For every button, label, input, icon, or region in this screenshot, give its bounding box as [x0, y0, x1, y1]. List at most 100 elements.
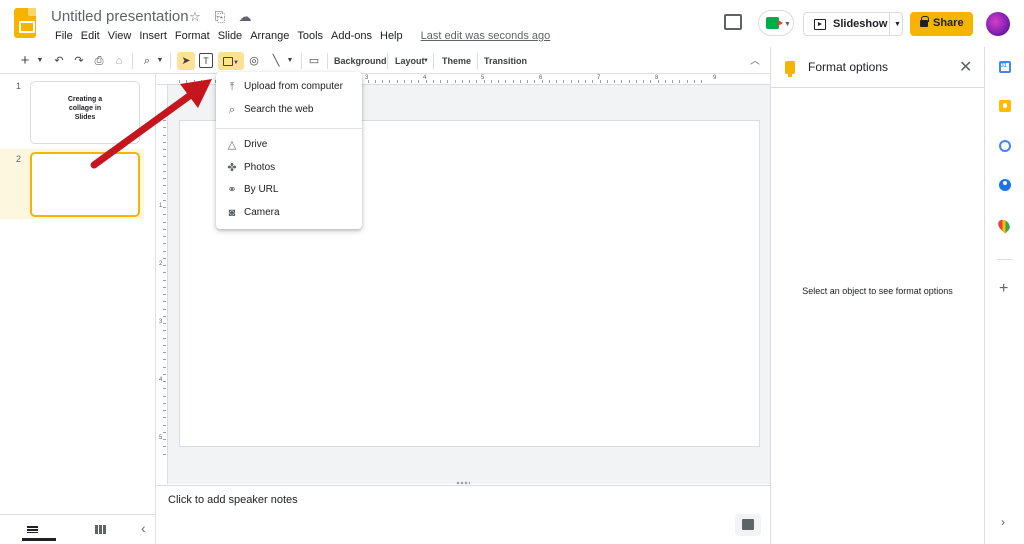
ruler-tick	[403, 80, 405, 83]
last-edit-link[interactable]: Last edit was seconds ago	[417, 29, 555, 43]
menu-tools[interactable]: Tools	[293, 29, 327, 43]
ruler-tick	[163, 141, 166, 143]
ruler-tick	[374, 80, 376, 83]
cloud-saved-icon[interactable]: ☁	[237, 9, 253, 25]
add-ons-plus-icon[interactable]: +	[999, 280, 1008, 298]
upload-from-computer-item[interactable]: ⤒ Upload from computer	[216, 77, 362, 99]
ruler-tick	[163, 395, 166, 397]
insert-image-button[interactable]: ▼	[218, 52, 244, 70]
search-the-web-item[interactable]: ⌕ Search the web	[216, 100, 362, 122]
add-comment-icon[interactable]: ▭	[307, 52, 321, 70]
speaker-notes[interactable]: Click to add speaker notes	[157, 485, 770, 544]
image-icon	[223, 56, 234, 66]
contacts-icon[interactable]	[999, 179, 1011, 191]
ruler-tick	[701, 80, 702, 83]
ruler-tick	[163, 366, 166, 368]
theme-button[interactable]: Theme	[442, 52, 471, 70]
undo-icon[interactable]: ↶	[52, 52, 66, 70]
avatar[interactable]	[986, 12, 1010, 36]
present-icon	[814, 19, 826, 30]
ruler-tick	[382, 80, 383, 83]
photos-item[interactable]: ✤ Photos	[216, 158, 362, 180]
maps-icon[interactable]	[995, 217, 1013, 234]
move-folder-icon[interactable]: ⎘	[212, 9, 228, 25]
star-icon[interactable]: ☆	[187, 9, 203, 25]
shape-icon[interactable]: ◎	[247, 52, 261, 70]
ruler-tick	[163, 170, 166, 172]
layout-button[interactable]: Layout	[395, 52, 425, 70]
line-dropdown-icon[interactable]: ▼	[286, 52, 294, 70]
ruler-tick	[163, 214, 166, 216]
slideshow-button[interactable]: Slideshow ▼	[803, 12, 903, 36]
ruler-tick	[163, 344, 166, 346]
ruler-tick	[570, 80, 572, 83]
ruler-tick	[163, 417, 166, 419]
drive-icon: △	[227, 139, 237, 151]
zoom-dropdown-icon[interactable]: ▼	[156, 52, 164, 70]
menu-edit[interactable]: Edit	[77, 29, 104, 43]
explore-icon[interactable]	[735, 514, 761, 536]
ruler-tick	[163, 120, 166, 121]
menu-divider	[216, 128, 362, 129]
menu-help[interactable]: Help	[376, 29, 407, 43]
line-icon[interactable]: ╲	[269, 52, 283, 70]
redo-icon[interactable]: ↷	[72, 52, 86, 70]
select-cursor-icon[interactable]: ➤	[177, 52, 195, 70]
ruler-tick	[621, 80, 623, 83]
menu-view[interactable]: View	[104, 29, 136, 43]
menu-bar: File Edit View Insert Format Slide Arran…	[51, 29, 554, 43]
menu-insert[interactable]: Insert	[135, 29, 171, 43]
expand-side-panel-icon[interactable]: ›	[1001, 515, 1005, 529]
ruler-tick	[163, 315, 166, 317]
ruler-tick	[163, 439, 166, 440]
new-slide-dropdown-icon[interactable]: ▼	[36, 52, 44, 70]
slideshow-dropdown-icon[interactable]: ▼	[894, 21, 901, 28]
meet-button[interactable]: ▼	[758, 10, 794, 36]
layout-dropdown-icon[interactable]: ▼	[422, 52, 430, 70]
ruler-tick	[163, 359, 166, 361]
comment-history-icon[interactable]	[724, 14, 742, 30]
print-icon[interactable]: ⎙	[92, 52, 106, 70]
tasks-icon[interactable]	[999, 140, 1011, 152]
menu-arrange[interactable]: Arrange	[246, 29, 293, 43]
ruler-tick	[163, 163, 166, 165]
text-box-icon[interactable]: T	[199, 53, 213, 68]
transition-button[interactable]: Transition	[484, 52, 527, 70]
collapse-toolbar-icon[interactable]: ︿	[750, 52, 760, 67]
calendar-icon[interactable]	[999, 61, 1011, 73]
filmstrip: 1 Creating a collage in Slides 2 ‹	[0, 74, 156, 544]
grid-view-icon[interactable]	[95, 525, 106, 534]
ruler-tick	[454, 80, 456, 83]
meet-icon	[766, 17, 783, 29]
menu-file[interactable]: File	[51, 29, 77, 43]
slides-logo-icon[interactable]	[14, 8, 36, 38]
close-icon[interactable]: ✕	[959, 57, 972, 77]
share-button[interactable]: Share	[910, 12, 973, 36]
paint-format-icon[interactable]: ⌂	[112, 52, 126, 70]
menu-addons[interactable]: Add-ons	[327, 29, 376, 43]
menu-slide[interactable]: Slide	[214, 29, 246, 43]
chevron-down-icon: ▼	[784, 21, 791, 28]
document-title[interactable]: Untitled presentation	[51, 8, 189, 25]
ruler-tick	[163, 279, 166, 281]
ruler-tick	[614, 80, 615, 83]
speaker-notes-placeholder[interactable]: Click to add speaker notes	[168, 494, 298, 506]
ruler-tick	[163, 257, 166, 259]
side-panel: + ›	[984, 47, 1024, 544]
camera-item[interactable]: ◙ Camera	[216, 203, 362, 225]
zoom-icon[interactable]: ⌕	[140, 52, 154, 70]
vertical-ruler[interactable]: 1 2 3 4 5	[157, 85, 168, 484]
collapse-filmstrip-icon[interactable]: ‹	[141, 520, 146, 536]
background-button[interactable]: Background	[334, 52, 387, 70]
drive-item[interactable]: △ Drive	[216, 135, 362, 157]
keep-icon[interactable]	[999, 100, 1011, 112]
title-actions: ☆ ⎘ ☁	[187, 9, 253, 25]
by-url-item[interactable]: ⚭ By URL	[216, 180, 362, 202]
new-slide-icon[interactable]: +	[18, 52, 32, 70]
menu-format[interactable]: Format	[171, 29, 214, 43]
ruler-tick	[163, 294, 166, 295]
filmstrip-view-icon[interactable]	[22, 524, 56, 541]
format-paintbrush-icon	[785, 61, 795, 77]
slide-thumbnail-2[interactable]	[30, 152, 140, 217]
slide-thumbnail-1[interactable]: Creating a collage in Slides	[30, 81, 140, 144]
